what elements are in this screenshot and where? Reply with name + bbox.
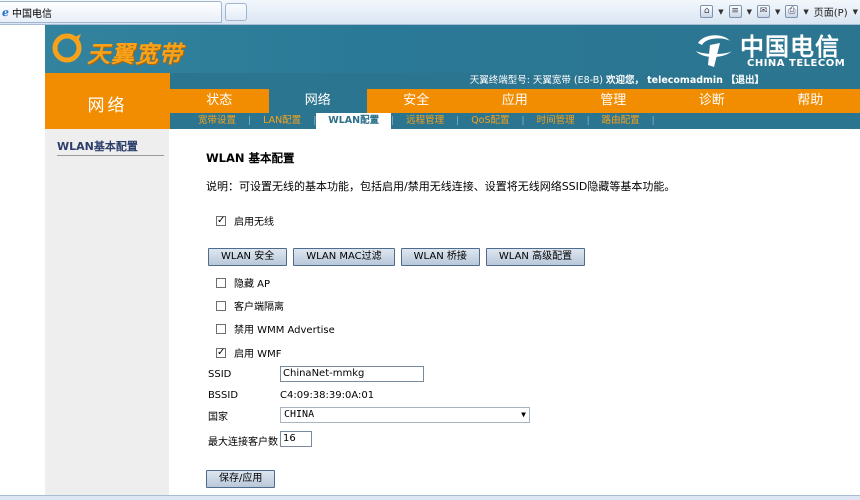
section-title: 网络	[87, 96, 128, 116]
disable-wmm-label: 禁用 WMM Advertise	[234, 325, 335, 336]
ssid-label: SSID	[208, 369, 232, 380]
enable-wireless-checkbox[interactable]: ✓	[216, 215, 226, 226]
hide-ap-checkbox[interactable]	[216, 277, 226, 288]
client-isolation-row: 客户端隔离	[216, 298, 284, 313]
print-icon[interactable]: ⎙	[785, 5, 799, 18]
max-clients-label: 最大连接客户数	[208, 437, 278, 448]
page-margin	[0, 25, 45, 500]
browser-toolbar: ℯ 中国电信 ⌂ ▼ ≡ ▼ ✉ ▼ ⎙ ▼ 页面(P) ▼	[0, 0, 860, 25]
ie-icon: ℯ	[2, 5, 9, 19]
country-label: 国家	[208, 412, 228, 423]
mail-icon[interactable]: ✉	[756, 5, 770, 18]
wlan-advanced-button[interactable]: WLAN 高级配置	[485, 248, 586, 266]
disable-wmm-row: 禁用 WMM Advertise	[216, 321, 335, 336]
header-banner: 天翼宽带 中国电信 CHINA TELECOM	[45, 25, 860, 73]
main-nav: 状态 网络 安全 应用 管理 诊断 帮助	[170, 89, 860, 113]
subnav-remote[interactable]: 远程管理	[394, 113, 456, 129]
ssid-input[interactable]: ChinaNet-mmkg	[280, 366, 424, 382]
sidebar-item-wlan-basic[interactable]: WLAN基本配置	[57, 138, 164, 156]
nav-management[interactable]: 管理	[564, 89, 663, 113]
china-telecom-en: CHINA TELECOM	[747, 58, 846, 69]
chevron-down-icon[interactable]: ▼	[747, 8, 752, 16]
subnav-routing[interactable]: 路由配置	[590, 113, 652, 129]
tianyi-logo-icon	[52, 33, 82, 63]
subnav-qos[interactable]: QoS配置	[459, 113, 521, 129]
subnav-lan[interactable]: LAN配置	[251, 113, 313, 129]
sub-nav: 宽带设置 | LAN配置 | WLAN配置 | 远程管理 | QoS配置 | 时间管理 | …	[170, 113, 860, 129]
client-isolation-label: 客户端隔离	[234, 302, 284, 313]
enable-wmf-row: ✓ 启用 WMF	[216, 345, 281, 360]
disable-wmm-checkbox[interactable]	[216, 323, 226, 334]
info-bar: 天翼终端型号: 天翼宽带 (E8-B) 欢迎您， telecomadmin 【退…	[170, 73, 860, 89]
brand-name: 天翼宽带	[87, 41, 183, 68]
bssid-label: BSSID	[208, 390, 239, 401]
china-telecom-cn: 中国电信	[740, 32, 840, 61]
page-menu[interactable]: 页面(P)	[814, 4, 848, 19]
chevron-down-icon[interactable]: ▼	[718, 8, 723, 16]
nav-status[interactable]: 状态	[170, 89, 269, 113]
wlan-mac-filter-button[interactable]: WLAN MAC过滤	[293, 248, 395, 266]
hide-ap-label: 隐藏 AP	[234, 279, 271, 290]
chevron-down-icon[interactable]: ▼	[803, 8, 808, 16]
max-clients-input[interactable]: 16	[280, 431, 312, 447]
nav-application[interactable]: 应用	[466, 89, 565, 113]
sidebar: WLAN基本配置	[45, 129, 170, 500]
username: telecomadmin	[647, 75, 723, 86]
welcome-text: 欢迎您，	[606, 75, 645, 86]
subnav-broadband[interactable]: 宽带设置	[186, 113, 248, 129]
wlan-button-group: WLAN 安全 WLAN MAC过滤 WLAN 桥接 WLAN 高级配置	[208, 248, 586, 266]
chevron-down-icon: ▼	[521, 410, 526, 419]
nav-diagnostics[interactable]: 诊断	[663, 89, 762, 113]
divider: |	[651, 116, 655, 126]
wlan-bridge-button[interactable]: WLAN 桥接	[400, 248, 480, 266]
browser-tools: ⌂ ▼ ≡ ▼ ✉ ▼ ⎙ ▼ 页面(P) ▼	[700, 4, 860, 19]
new-tab-button[interactable]	[225, 3, 247, 21]
china-telecom-logo-icon	[696, 35, 732, 67]
browser-tab[interactable]: ℯ 中国电信	[0, 1, 222, 23]
save-apply-button[interactable]: 保存/应用	[206, 470, 276, 488]
home-icon[interactable]: ⌂	[700, 5, 714, 18]
enable-wmf-checkbox[interactable]: ✓	[216, 347, 226, 358]
page-description: 说明：可设置无线的基本功能，包括启用/禁用无线连接、设置将无线网络SSID隐藏等…	[206, 180, 676, 193]
enable-wireless-row: ✓ 启用无线	[216, 213, 274, 228]
chevron-down-icon[interactable]: ▼	[853, 8, 858, 16]
browser-status-bar	[0, 495, 860, 500]
country-select[interactable]: CHINA ▼	[280, 407, 530, 423]
section-box: 网络	[45, 73, 170, 129]
enable-wmf-label: 启用 WMF	[234, 349, 282, 360]
country-value: CHINA	[284, 409, 315, 420]
nav-network[interactable]: 网络	[268, 89, 367, 113]
enable-wireless-label: 启用无线	[234, 217, 274, 228]
client-isolation-checkbox[interactable]	[216, 300, 226, 311]
chevron-down-icon[interactable]: ▼	[775, 8, 780, 16]
tab-title: 中国电信	[12, 8, 52, 20]
subnav-wlan[interactable]: WLAN配置	[316, 113, 392, 129]
nav-help[interactable]: 帮助	[761, 89, 860, 113]
device-model: 天翼终端型号: 天翼宽带 (E8-B)	[469, 75, 603, 86]
subnav-time[interactable]: 时间管理	[525, 113, 587, 129]
feeds-icon[interactable]: ≡	[728, 5, 742, 18]
nav-security[interactable]: 安全	[367, 89, 466, 113]
wlan-security-button[interactable]: WLAN 安全	[208, 248, 288, 266]
page-title: WLAN 基本配置	[206, 151, 295, 165]
logout-link[interactable]: 【退出】	[726, 75, 764, 86]
hide-ap-row: 隐藏 AP	[216, 275, 270, 290]
bssid-value: C4:09:38:39:0A:01	[280, 390, 375, 401]
